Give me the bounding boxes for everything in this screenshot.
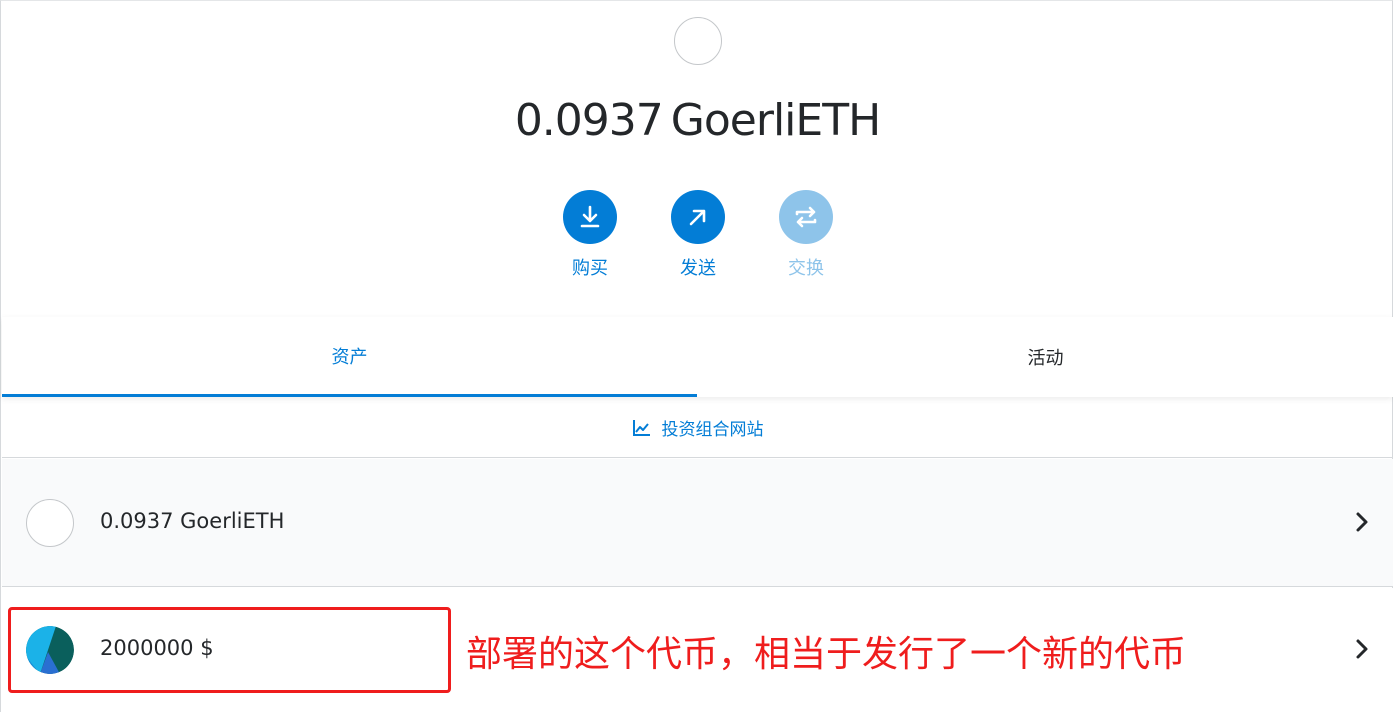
arrow-up-right-icon xyxy=(671,190,725,244)
asset-row-eth[interactable]: 0.0937 GoerliETH xyxy=(2,459,1393,587)
balance-amount: 0.0937 xyxy=(514,95,664,146)
annotation-highlight-box xyxy=(8,607,451,693)
download-icon xyxy=(563,190,617,244)
action-bar: 购买 发送 交换 xyxy=(1,190,1393,290)
swap-icon xyxy=(779,190,833,244)
tab-assets[interactable]: 资产 xyxy=(2,317,697,397)
balance-unit: GoerliETH xyxy=(670,95,881,146)
tab-bar: 资产 活动 xyxy=(2,317,1393,397)
chevron-right-icon xyxy=(1356,512,1368,532)
buy-button[interactable]: 购买 xyxy=(550,190,630,280)
swap-button[interactable]: 交换 xyxy=(766,190,846,280)
send-button[interactable]: 发送 xyxy=(658,190,738,280)
send-label: 发送 xyxy=(680,258,716,279)
swap-label: 交换 xyxy=(788,258,824,279)
chevron-right-icon xyxy=(1356,639,1368,659)
account-avatar[interactable] xyxy=(674,17,722,65)
portfolio-link[interactable]: 投资组合网站 xyxy=(2,398,1393,458)
tab-activity[interactable]: 活动 xyxy=(698,317,1393,397)
annotation-note: 部署的这个代币，相当于发行了一个新的代币 xyxy=(466,634,1187,675)
portfolio-link-label: 投资组合网站 xyxy=(661,420,764,440)
wallet-home: 0.0937 GoerliETH 购买 发送 交换 资产 活动 投资组合网站 0… xyxy=(0,0,1393,713)
buy-label: 购买 xyxy=(572,258,608,279)
chart-line-icon xyxy=(632,419,650,436)
balance-display: 0.0937 GoerliETH xyxy=(1,95,1393,146)
asset-label: 0.0937 GoerliETH xyxy=(100,509,285,533)
eth-identicon xyxy=(26,499,74,547)
